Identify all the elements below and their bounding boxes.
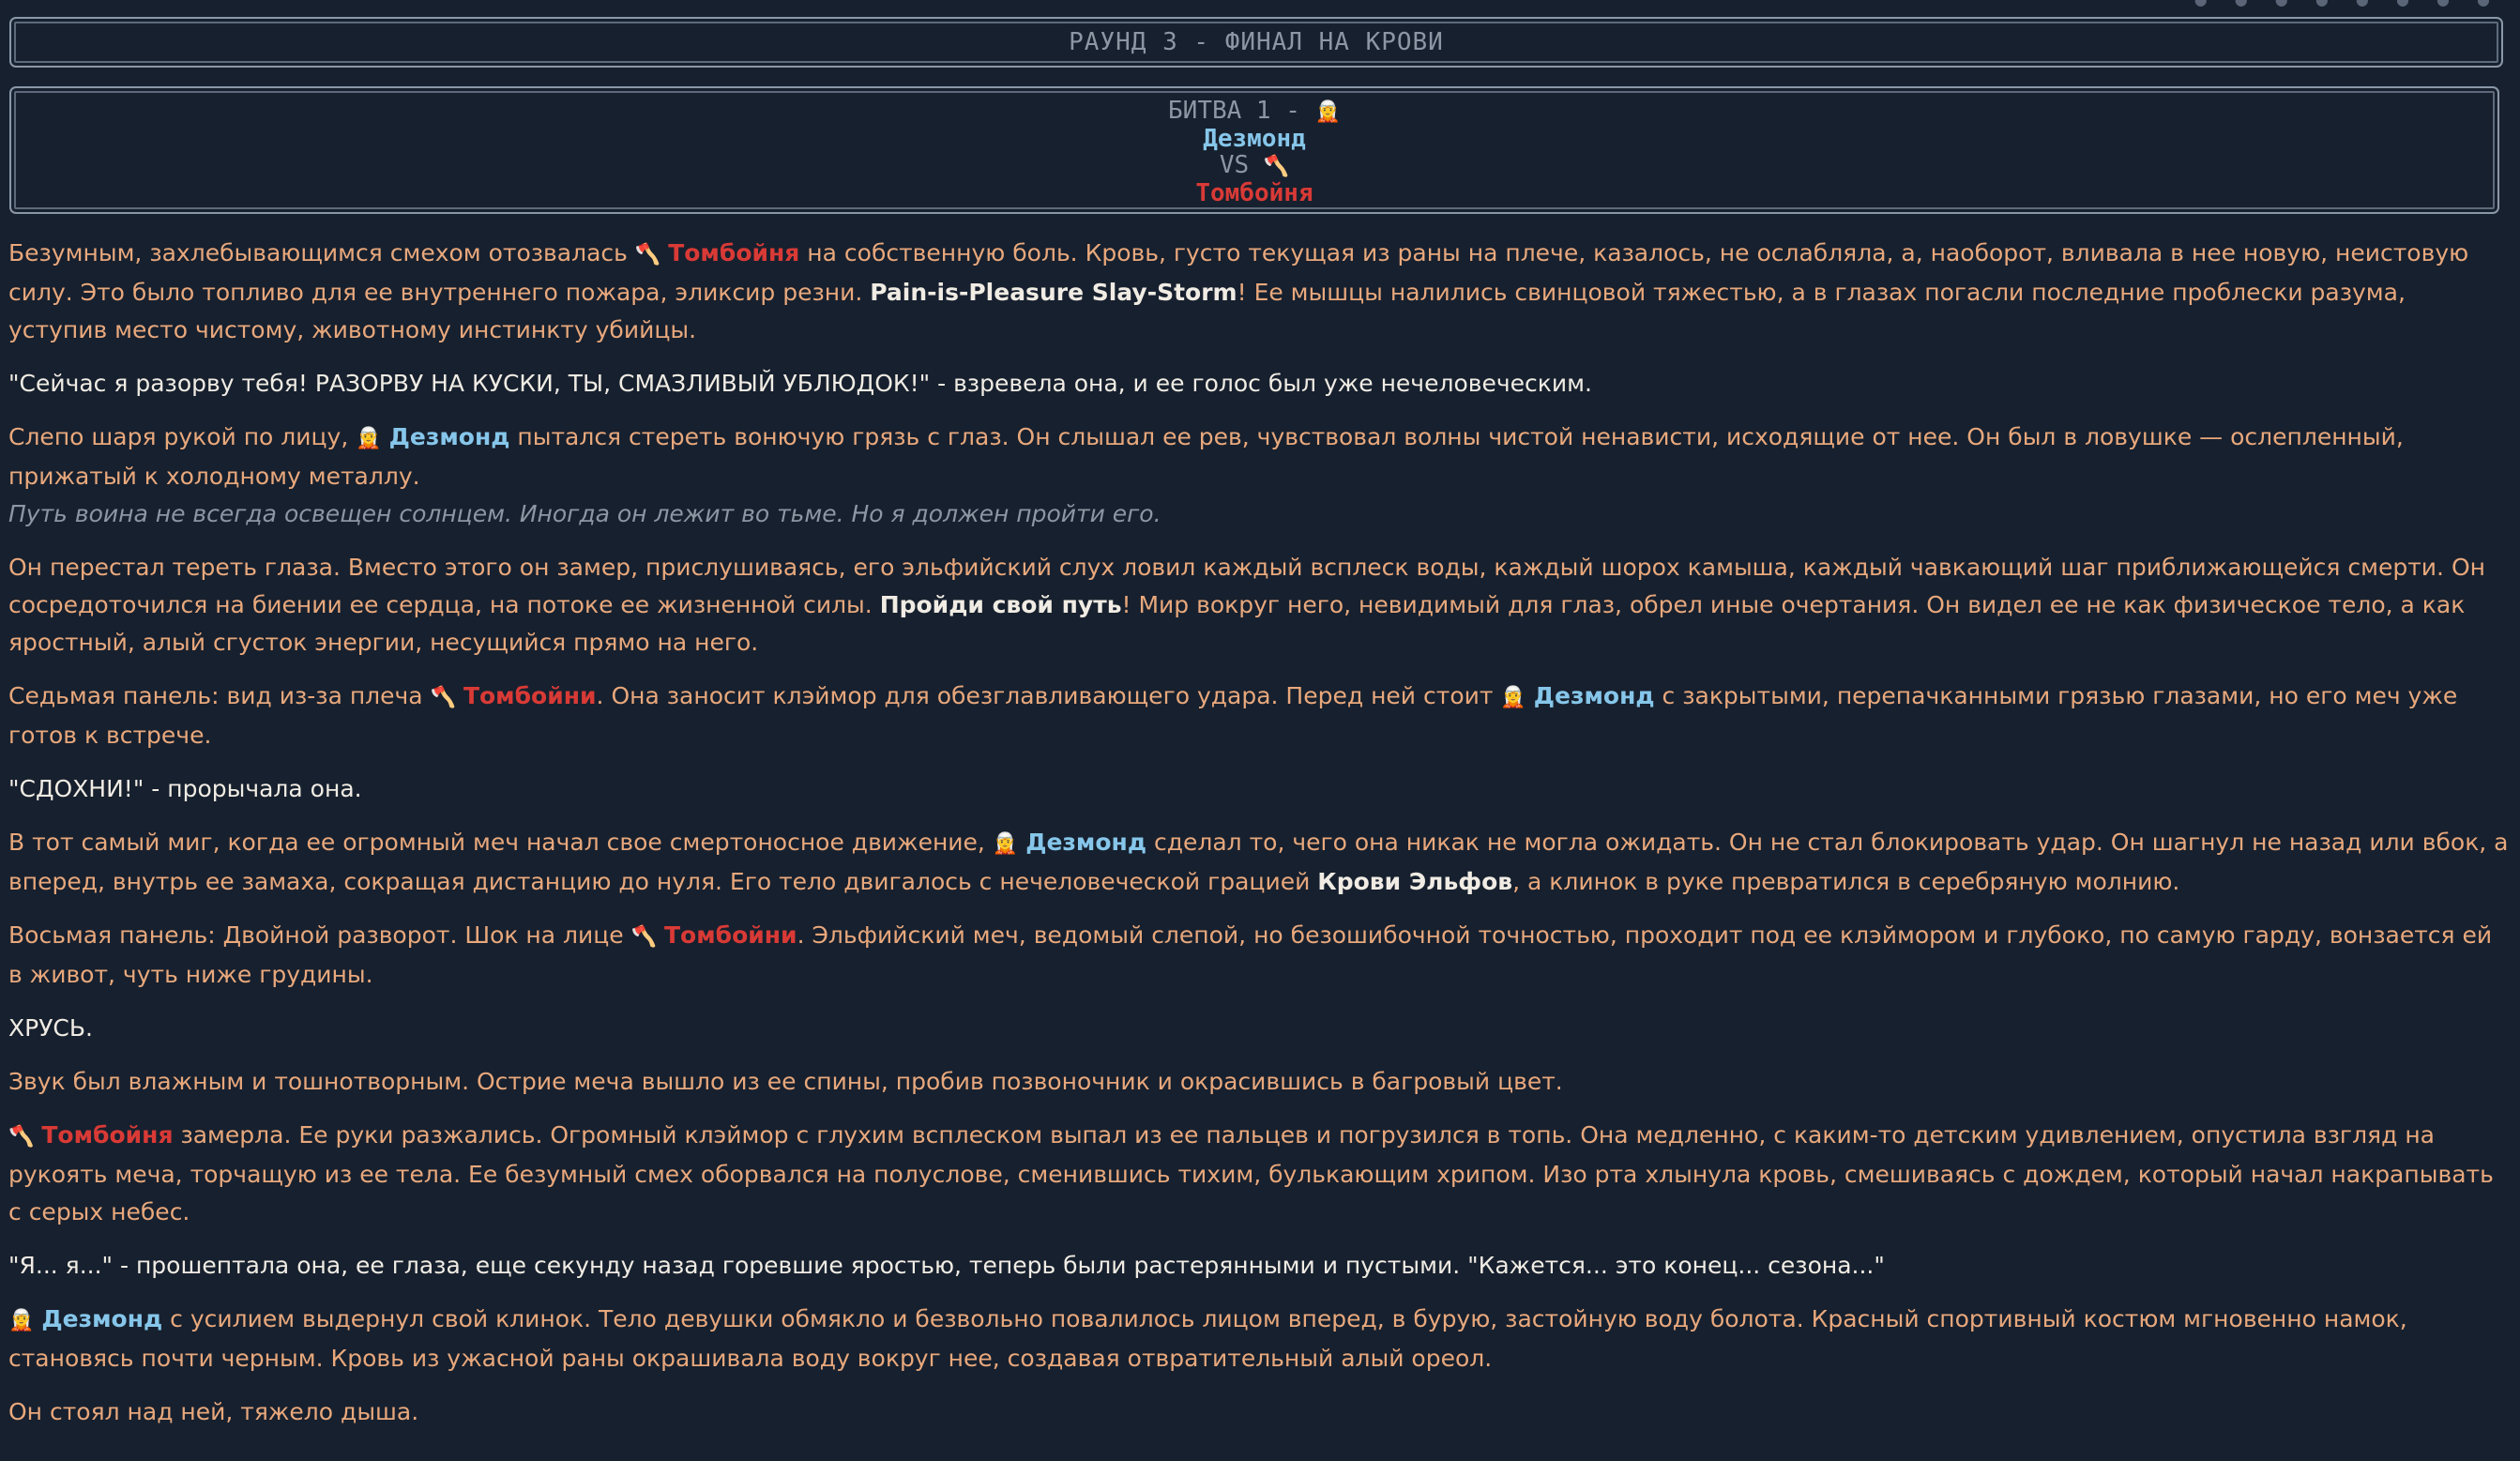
elf-icon: 🧝 [356, 427, 382, 450]
round-banner: РАУНД 3 - ФИНАЛ НА КРОВИ [9, 17, 2503, 68]
text: . Она заносит клэймор для обезглавливающ… [596, 682, 1501, 709]
axe-icon: 🪓 [630, 925, 658, 949]
elf-icon: 🧝 [1500, 686, 1526, 709]
story-paragraph: Седьмая панель: вид из-за плеча 🪓 Томбой… [8, 677, 2512, 754]
story-paragraph: Восьмая панель: Двойной разворот. Шок на… [8, 917, 2512, 994]
battle-line: БИТВА 1 - 🧝 [11, 98, 2497, 126]
text: Безумным, захлебывающимся смехом отозвал… [8, 239, 635, 266]
text: , а клинок в руке превратился в серебрян… [1512, 868, 2180, 895]
story-paragraph: "Я... я..." - прошептала она, ее глаза, … [8, 1252, 1885, 1279]
villain-name: Томбойни [463, 682, 597, 709]
fighter-b-line: Томбойня [11, 180, 2497, 206]
story-paragraph: "СДОХНИ!" - прорычала она. [8, 775, 362, 802]
skill-name: Пройди свой путь [879, 591, 1122, 618]
story-paragraph: "Сейчас я разорву тебя! РАЗОРВУ НА КУСКИ… [8, 370, 1592, 397]
story-paragraph: Безумным, захлебывающимся смехом отозвал… [8, 235, 2512, 349]
text: замерла. Ее руки разжались. Огромный клэ… [8, 1121, 2494, 1225]
skill-name: Pain-is-Pleasure Slay-Storm [870, 279, 1237, 306]
story-paragraph: Он перестал тереть глаза. Вместо этого о… [8, 549, 2512, 662]
inner-thought: Путь воина не всегда освещен солнцем. Ин… [8, 500, 1161, 527]
hero-name: Дезмонд [41, 1305, 163, 1332]
fighter-a-line: Дезмонд [11, 126, 2497, 152]
elf-icon: 🧝 [992, 832, 1019, 856]
axe-icon: 🪓 [430, 686, 456, 709]
fighter-a-name: Дезмонд [1203, 125, 1306, 153]
text: Седьмая панель: вид из-за плеча [8, 682, 431, 709]
text: с усилием выдернул свой клинок. Тело дев… [8, 1305, 2407, 1372]
axe-icon: 🪓 [1263, 155, 1290, 178]
story-paragraph: Он стоял над ней, тяжело дыша. [8, 1398, 419, 1425]
axe-icon: 🪓 [634, 243, 661, 266]
villain-name: Томбойни [663, 921, 797, 949]
fighter-b-name: Томбойня [1195, 179, 1313, 207]
text: Слепо шаря рукой по лицу, [8, 423, 357, 450]
round-title: РАУНД 3 - ФИНАЛ НА КРОВИ [1069, 28, 1444, 56]
toolbar-icons: ● ● ● ● ● ● ● ● [2194, 0, 2501, 8]
text: В тот самый миг, когда ее огромный меч н… [8, 829, 993, 856]
story-paragraph: 🧝 Дезмонд с усилием выдернул свой клинок… [8, 1301, 2512, 1377]
story-paragraph: Звук был влажным и тошнотворным. Острие … [8, 1068, 1563, 1095]
battle-label: БИТВА 1 - [1168, 97, 1315, 125]
elf-icon: 🧝 [1314, 100, 1341, 124]
villain-name: Томбойня [41, 1121, 174, 1149]
story-paragraph: Слепо шаря рукой по лицу, 🧝 Дезмонд пыта… [8, 419, 2512, 495]
story-text: Безумным, захлебывающимся смехом отозвал… [8, 235, 2512, 1447]
hero-name: Дезмонд [1533, 682, 1655, 709]
top-toolbar-strip: ● ● ● ● ● ● ● ● [0, 0, 2520, 9]
skill-name: Крови Эльфов [1317, 868, 1513, 895]
vs-line: VS 🪓 [11, 152, 2497, 180]
story-paragraph: В тот самый миг, когда ее огромный меч н… [8, 824, 2512, 901]
battle-banner: БИТВА 1 - 🧝 Дезмонд VS 🪓 Томбойня [9, 86, 2499, 214]
story-paragraph: 🪓 Томбойня замерла. Ее руки разжались. О… [8, 1117, 2512, 1231]
text: Восьмая панель: Двойной разворот. Шок на… [8, 921, 631, 949]
story-paragraph: ХРУСЬ. [8, 1014, 93, 1042]
vs-label: VS [1219, 151, 1250, 179]
axe-icon: 🪓 [8, 1125, 35, 1149]
elf-icon: 🧝 [8, 1309, 35, 1332]
hero-name: Дезмонд [388, 423, 510, 450]
hero-name: Дезмонд [1025, 829, 1147, 856]
villain-name: Томбойня [668, 239, 800, 266]
